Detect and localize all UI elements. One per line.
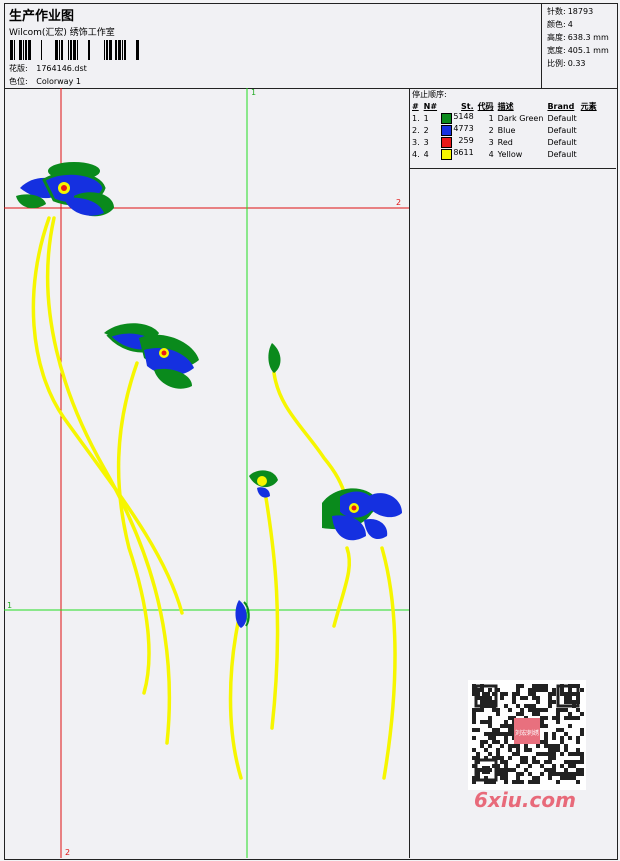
row-code: 3 xyxy=(488,137,494,147)
flower-middle-left xyxy=(104,323,199,389)
col-header: N# xyxy=(423,101,438,111)
guide-label-left: 1 xyxy=(7,601,13,610)
guide-label-right: 2 xyxy=(396,198,402,207)
row-code: 4 xyxy=(488,149,494,159)
design-row: 花版: 1764146.dst xyxy=(9,63,87,74)
legend-header-row: # N# St. 代码 描述 Brand 元素 xyxy=(410,100,599,112)
colorway-row: 色位: Colorway 1 xyxy=(9,76,81,87)
color-swatch xyxy=(441,149,453,160)
flower-small-middle xyxy=(249,470,278,498)
stem xyxy=(332,546,352,628)
row-stitches: 259 xyxy=(439,136,476,148)
stat-value: 638.3 mm xyxy=(567,33,609,42)
legend-row: 1. 1 5148 1 Dark Green Default xyxy=(410,112,599,124)
flower-right xyxy=(322,488,402,541)
stem xyxy=(31,216,184,615)
design-label: 花版: xyxy=(9,64,28,73)
stat-label: 针数: xyxy=(547,7,566,16)
guide-label-bottom: 2 xyxy=(65,848,71,857)
col-header: Brand xyxy=(547,101,575,111)
stat-label: 宽度: xyxy=(547,46,566,55)
row-element xyxy=(579,112,599,124)
legend-row: 2. 2 4773 2 Blue Default xyxy=(410,124,599,136)
stat-stitches: 针数: 18793 xyxy=(545,5,593,18)
row-brand: Default xyxy=(547,125,577,135)
qr-logo-text: 刘宏刺绣 xyxy=(515,729,539,737)
row-desc: Yellow xyxy=(497,149,523,159)
stat-label: 颜色: xyxy=(547,20,566,29)
design-value: 1764146.dst xyxy=(36,64,87,73)
stem xyxy=(264,496,280,730)
row-index: 4. xyxy=(412,149,420,159)
bud-top xyxy=(268,343,281,373)
subtitle: Wilcom(汇宏) 绣饰工作室 xyxy=(9,28,115,38)
row-desc: Blue xyxy=(497,125,516,135)
stat-width: 宽度: 405.1 mm xyxy=(545,44,609,57)
col-header: 代码 xyxy=(477,101,494,111)
row-stitches: 4773 xyxy=(439,124,476,136)
color-swatch xyxy=(441,137,453,148)
row-element xyxy=(579,136,599,148)
col-header: # xyxy=(412,101,419,111)
embroidery-preview xyxy=(4,88,409,858)
barcode xyxy=(10,40,139,60)
stat-value: 405.1 mm xyxy=(567,46,609,55)
row-needle: 3 xyxy=(423,137,429,147)
row-stitches: 5148 xyxy=(439,112,476,124)
row-desc: Dark Green xyxy=(497,113,544,123)
stem xyxy=(380,546,397,780)
stat-colors: 颜色: 4 xyxy=(545,18,573,31)
stat-label: 比例: xyxy=(547,59,566,68)
legend-row: 3. 3 259 3 Red Default xyxy=(410,136,599,148)
legend-title: 停止顺序: xyxy=(412,90,447,99)
col-header: 描述 xyxy=(497,101,514,111)
colorway-value: Colorway 1 xyxy=(36,77,81,86)
row-code: 2 xyxy=(488,125,494,135)
design-canvas: 1 2 1 2 xyxy=(4,88,410,858)
stat-value: 0.33 xyxy=(567,59,586,68)
row-stitches: 8611 xyxy=(439,148,476,160)
colorway-label: 色位: xyxy=(9,77,28,86)
row-element xyxy=(579,124,599,136)
stat-value: 4 xyxy=(567,20,573,29)
col-header: St. xyxy=(461,101,474,111)
qr-code: 刘宏刺绣 xyxy=(468,680,586,790)
stats-panel: 针数: 18793 颜色: 4 高度: 638.3 mm 宽度: 405.1 mm 比例… xyxy=(541,3,617,89)
row-code: 1 xyxy=(488,113,494,123)
col-header: 元素 xyxy=(580,101,597,111)
row-needle: 2 xyxy=(423,125,429,135)
row-index: 1. xyxy=(412,113,420,123)
legend-table: # N# St. 代码 描述 Brand 元素 1. 1 5148 1 Dark Gre… xyxy=(410,100,599,160)
watermark-logo: 6xiu.com xyxy=(474,788,576,812)
row-desc: Red xyxy=(497,137,513,147)
row-brand: Default xyxy=(547,137,577,147)
color-swatch xyxy=(441,113,453,124)
row-needle: 1 xyxy=(423,113,429,123)
row-brand: Default xyxy=(547,149,577,159)
color-swatch xyxy=(441,125,453,136)
row-index: 2. xyxy=(412,125,420,135)
stat-value: 18793 xyxy=(567,7,594,16)
row-element xyxy=(579,148,599,160)
stat-scale: 比例: 0.33 xyxy=(545,57,586,70)
row-index: 3. xyxy=(412,137,420,147)
legend-row: 4. 4 8611 4 Yellow Default xyxy=(410,148,599,160)
stat-height: 高度: 638.3 mm xyxy=(545,31,609,44)
stat-label: 高度: xyxy=(547,33,566,42)
row-brand: Default xyxy=(547,113,577,123)
page-title: 生产作业图 xyxy=(9,9,75,24)
header: 生产作业图 Wilcom(汇宏) 绣饰工作室 花版: 1764146.dst 色… xyxy=(4,3,542,89)
row-needle: 4 xyxy=(423,149,429,159)
guide-label-top: 1 xyxy=(251,88,257,97)
stem xyxy=(228,621,243,780)
stop-sequence-legend: 停止顺序: # N# St. 代码 描述 Brand 元素 1. 1 5148 1 Da… xyxy=(410,88,616,169)
